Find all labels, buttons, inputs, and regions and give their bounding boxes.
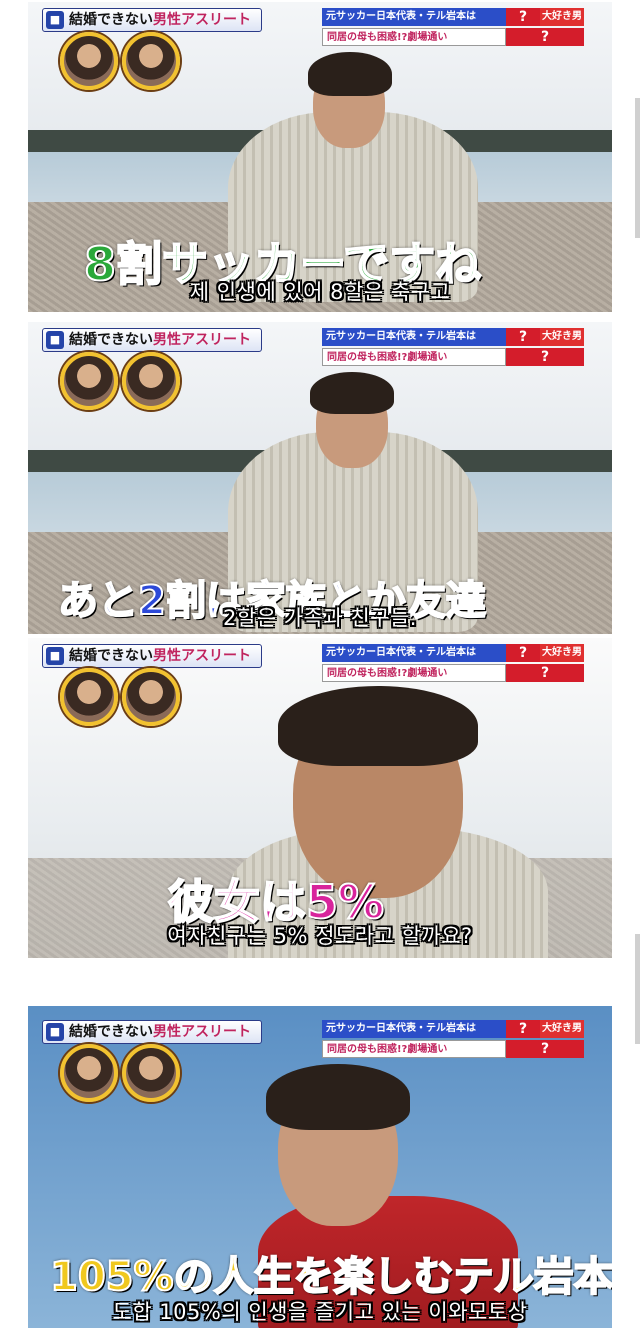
korean-subtitle: 도합 105%의 인생을 즐기고 있는 이와모토상 [112, 1300, 528, 1324]
topic-question-2: ? [506, 28, 584, 46]
show-title-black: 結婚できない [69, 12, 153, 28]
guest-avatar-1 [60, 352, 118, 410]
topic-banner: 元サッカー日本代表・テル岩本は? 大好き男 同居の母も困惑!?劇場通い? [322, 1020, 584, 1060]
guest-avatar-1 [60, 32, 118, 90]
page-edge-mark [635, 934, 640, 1044]
topic-line-2: 同居の母も困惑!?劇場通い [322, 348, 506, 366]
topic-line-1: 元サッカー日本代表・テル岩本は [322, 8, 506, 26]
topic-banner: 元サッカー日本代表・テル岩本は? 大好き男 同居の母も困惑!?劇場通い? [322, 8, 584, 48]
topic-line-2: 同居の母も困惑!?劇場通い [322, 664, 506, 682]
show-title-badge: ■ 結婚できない男性アスリート [42, 644, 262, 668]
guest-avatar-1 [60, 668, 118, 726]
guest-avatar-2 [122, 32, 180, 90]
topic-banner: 元サッカー日本代表・テル岩本は? 大好き男 同居の母も困惑!?劇場通い? [322, 644, 584, 684]
topic-line-2: 同居の母も困惑!?劇場通い [322, 1040, 506, 1058]
show-logo-icon: ■ [46, 1023, 64, 1041]
show-title-badge: ■ 結婚できない男性アスリート [42, 8, 262, 32]
topic-line-1: 元サッカー日本代表・テル岩本は [322, 644, 506, 662]
show-logo-icon: ■ [46, 331, 64, 349]
guest-avatar-1 [60, 1044, 118, 1102]
page-edge-mark [635, 98, 640, 238]
topic-tag: 大好き男 [540, 1020, 584, 1038]
show-title-black: 結婚できない [69, 1024, 153, 1040]
show-title-badge: ■ 結婚できない男性アスリート [42, 328, 262, 352]
japanese-caption: 105%の人生を楽しむテル岩本 [49, 1253, 612, 1301]
topic-banner: 元サッカー日本代表・テル岩本は? 大好き男 同居の母も困惑!?劇場通い? [322, 328, 584, 368]
topic-question: ? [506, 1020, 540, 1038]
panel-2: ■ 結婚できない男性アスリート 元サッカー日本代表・テル岩本は? 大好き男 同居の母… [28, 322, 612, 634]
show-title-black: 結婚できない [69, 648, 153, 664]
panel-4: ■ 結婚できない男性アスリート 元サッカー日本代表・テル岩本は? 大好き男 同居の母… [28, 1006, 612, 1328]
show-title-pink: 男性アスリート [153, 332, 251, 348]
korean-subtitle: 여자친구는 5% 정도라고 할까요? [167, 924, 473, 948]
topic-tag: 大好き男 [540, 328, 584, 346]
guest-avatar-2 [122, 352, 180, 410]
korean-subtitle: 제 인생에 있어 8할은 축구고 [189, 280, 451, 304]
show-title-pink: 男性アスリート [153, 1024, 251, 1040]
topic-question-2: ? [506, 1040, 584, 1058]
guest-avatar-2 [122, 1044, 180, 1102]
topic-tag: 大好き男 [540, 8, 584, 26]
topic-tag: 大好き男 [540, 644, 584, 662]
show-logo-icon: ■ [46, 647, 64, 665]
show-title-badge: ■ 結婚できない男性アスリート [42, 1020, 262, 1044]
topic-question: ? [506, 328, 540, 346]
show-title-black: 結婚できない [69, 332, 153, 348]
topic-line-1: 元サッカー日本代表・テル岩本は [322, 328, 506, 346]
topic-question: ? [506, 8, 540, 26]
korean-subtitle: 2할은 가족과 친구들. [223, 606, 417, 630]
topic-question: ? [506, 644, 540, 662]
panel-3: ■ 結婚できない男性アスリート 元サッカー日本代表・テル岩本は? 大好き男 同居の母… [28, 638, 612, 958]
topic-question-2: ? [506, 664, 584, 682]
topic-line-1: 元サッカー日本代表・テル岩本は [322, 1020, 506, 1038]
panel-1: ■ 結婚できない男性アスリート 元サッカー日本代表・テル岩本は? 大好き男 同居の母… [28, 2, 612, 312]
show-title-pink: 男性アスリート [153, 648, 251, 664]
topic-line-2: 同居の母も困惑!?劇場通い [322, 28, 506, 46]
topic-question-2: ? [506, 348, 584, 366]
guest-avatar-2 [122, 668, 180, 726]
show-title-pink: 男性アスリート [153, 12, 251, 28]
show-logo-icon: ■ [46, 11, 64, 29]
